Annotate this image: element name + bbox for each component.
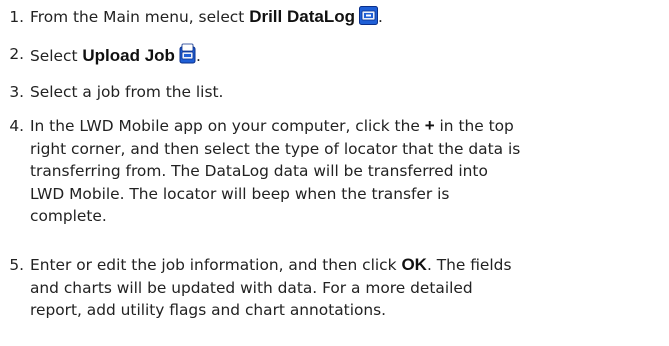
step-text: Enter or edit the job information, and t… [30, 254, 662, 322]
step-4-line-3: transferring from. The DataLog data will… [30, 162, 488, 180]
step-text: From the Main menu, select Drill DataLog… [30, 6, 662, 29]
step-4-line-4: LWD Mobile. The locator will beep when t… [30, 184, 450, 203]
step-number: 2. [9, 45, 24, 63]
upload-job-label: Upload Job [82, 46, 175, 65]
step-number: 3. [9, 83, 24, 101]
step-1-prefix: From the Main menu, select [30, 8, 250, 26]
upload-job-icon [179, 43, 196, 64]
ok-label: OK [401, 255, 427, 274]
step-2-prefix: Select [30, 47, 83, 65]
instruction-steps: 1. From the Main menu, select Drill Data… [0, 0, 669, 346]
step-2-suffix: . [195, 47, 201, 65]
step-text: Select Upload Job . [30, 43, 662, 68]
step-number: 4. [9, 117, 24, 135]
drill-datalog-label: Drill DataLog [249, 7, 355, 26]
step-number: 5. [9, 256, 24, 274]
step-4-line-2: right corner, and then select the type o… [30, 139, 521, 158]
step-4-line-5: complete. [30, 207, 107, 225]
drill-datalog-icon [358, 6, 378, 25]
step-4-line-1: In the LWD Mobile app on your computer, … [30, 116, 514, 135]
plus-symbol: + [424, 116, 435, 135]
step-5-line-3: report, add utility flags and chart anno… [30, 301, 387, 319]
step-text: In the LWD Mobile app on your computer, … [30, 115, 662, 228]
step-5-line-2: and charts will be updated with data. Fo… [30, 278, 473, 297]
step-1-suffix: . [377, 8, 383, 26]
step-5-line-1: Enter or edit the job information, and t… [30, 255, 512, 274]
step-text: Select a job from the list. [30, 83, 224, 101]
step-number: 1. [9, 8, 24, 26]
